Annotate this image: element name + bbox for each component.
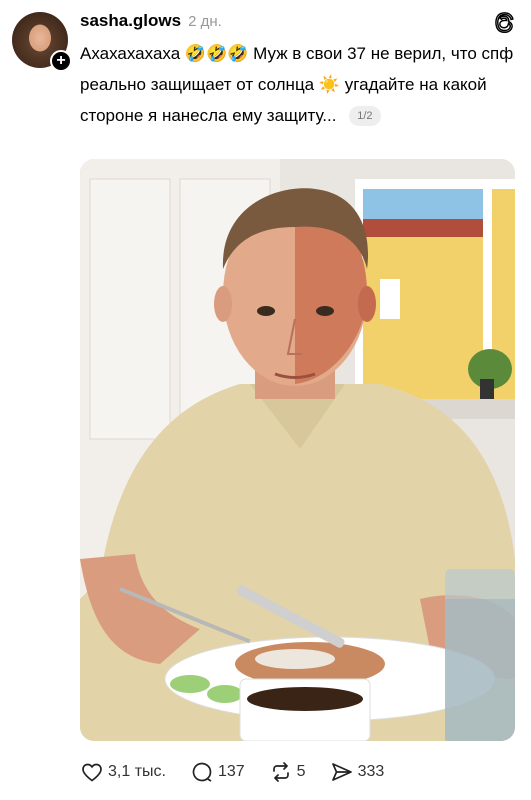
shares-count: 333 [357, 763, 385, 780]
username[interactable]: sasha.glows [80, 11, 181, 31]
image-counter-badge: 1/2 [349, 106, 381, 126]
like-button[interactable]: 3,1 тыс. [80, 760, 166, 784]
sun-emoji-icon: ☀️ [318, 75, 341, 94]
repost-icon [272, 762, 289, 782]
post-header: sasha.glows 2 дн. [80, 9, 519, 33]
repost-button[interactable]: 5 [269, 760, 306, 784]
post-image[interactable] [80, 159, 515, 741]
post-time: 2 дн. [188, 12, 222, 30]
threads-logo-icon[interactable] [493, 11, 515, 33]
post-photo-illustration [80, 159, 515, 741]
likes-count: 3,1 тыс. [108, 763, 166, 780]
post-actions: 3,1 тыс. 137 5 333 [80, 758, 408, 786]
reposts-count: 5 [296, 763, 306, 780]
post-body: Ахахахахаха 🤣🤣🤣 Муж в свои 37 не верил, … [80, 38, 520, 131]
heart-icon [82, 763, 102, 782]
avatar-container[interactable]: + [12, 12, 72, 72]
laughing-emoji-icon: 🤣🤣🤣 [184, 44, 249, 63]
send-icon [331, 763, 352, 781]
comment-icon [192, 762, 212, 782]
follow-plus-icon[interactable]: + [50, 50, 72, 72]
comment-button[interactable]: 137 [190, 760, 245, 784]
comments-count: 137 [217, 763, 245, 780]
share-button[interactable]: 333 [330, 760, 385, 784]
post-text-part1: Ахахахахаха [80, 44, 181, 63]
